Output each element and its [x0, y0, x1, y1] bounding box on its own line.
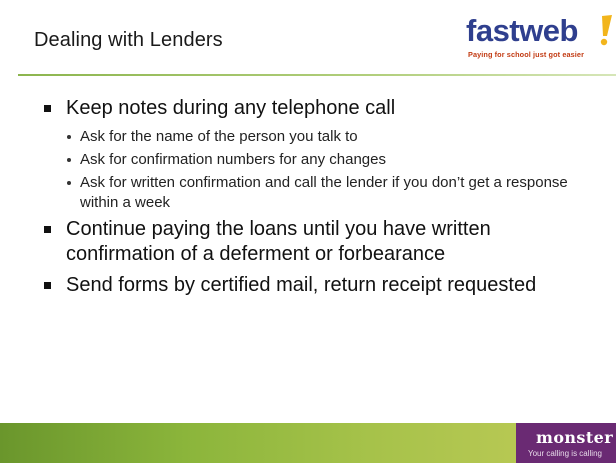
- bullet-list: Keep notes during any telephone call Ask…: [44, 96, 604, 304]
- monster-tagline: Your calling is calling: [528, 449, 602, 458]
- square-bullet-icon: [44, 226, 51, 233]
- dot-bullet-icon: [67, 158, 71, 162]
- fastweb-wordmark: fastweb: [466, 14, 578, 48]
- sub-bullet-item: Ask for confirmation numbers for any cha…: [66, 150, 604, 170]
- sub-bullet-list: Ask for the name of the person you talk …: [66, 127, 604, 213]
- sub-bullet-item: Ask for the name of the person you talk …: [66, 127, 604, 147]
- dot-bullet-icon: [67, 135, 71, 139]
- square-bullet-icon: [44, 105, 51, 112]
- slide-title: Dealing with Lenders: [34, 29, 223, 51]
- title-divider: [18, 74, 616, 76]
- sub-bullet-text: Ask for the name of the person you talk …: [80, 128, 358, 145]
- fastweb-wordmark-web: web: [519, 13, 578, 48]
- sub-bullet-text: Ask for written confirmation and call th…: [80, 174, 568, 211]
- slide: Dealing with Lenders fastweb Paying for …: [0, 0, 616, 463]
- exclamation-icon: [600, 15, 612, 46]
- dot-bullet-icon: [67, 181, 71, 185]
- bullet-item: Send forms by certified mail, return rec…: [44, 273, 604, 298]
- bullet-text: Send forms by certified mail, return rec…: [66, 274, 537, 296]
- fastweb-logo: fastweb Paying for school just got easie…: [466, 14, 616, 64]
- sub-bullet-text: Ask for confirmation numbers for any cha…: [80, 151, 386, 168]
- fastweb-tagline: Paying for school just got easier: [468, 50, 585, 59]
- bullet-item: Continue paying the loans until you have…: [44, 217, 604, 267]
- bullet-item: Keep notes during any telephone call: [44, 96, 604, 121]
- monster-wordmark: monster: [536, 428, 614, 447]
- sub-bullet-item: Ask for written confirmation and call th…: [66, 173, 604, 213]
- fastweb-wordmark-fast: fast: [466, 13, 520, 48]
- bullet-text: Continue paying the loans until you have…: [66, 218, 491, 265]
- monster-logo: monster Your calling is calling: [516, 423, 616, 463]
- bullet-text: Keep notes during any telephone call: [66, 97, 396, 119]
- square-bullet-icon: [44, 282, 51, 289]
